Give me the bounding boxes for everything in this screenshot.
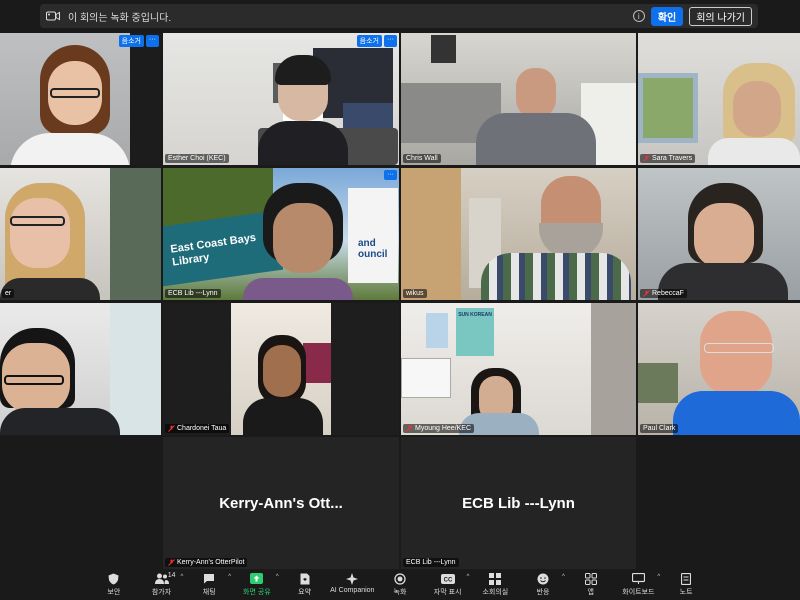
chevron-up-icon[interactable]: ^ [467,574,470,580]
chevron-up-icon[interactable]: ^ [228,574,231,580]
reactions-button[interactable]: 반응 ^ [519,572,567,597]
participant-name: Sara Travers [640,154,696,163]
video-tile-ecb-lib-lynn-2[interactable]: ECB Lib ---Lynn ECB Lib ---Lynn [401,437,636,569]
participant-name: er [2,289,15,298]
chevron-up-icon[interactable]: ^ [657,574,660,580]
more-options-icon[interactable]: ··· [384,170,397,180]
breakout-rooms-icon [488,572,502,585]
chevron-up-icon[interactable]: ^ [181,574,184,580]
mic-muted-icon [643,290,650,297]
video-tile-chardonei-taua[interactable]: Chardonei Taua [163,303,399,435]
mute-button[interactable]: 음소거 [118,35,144,47]
shield-icon [107,572,121,585]
participant-name: Kerry-Ann's OtterPilot [165,558,248,567]
info-icon[interactable]: i [632,10,645,22]
video-tile-1[interactable]: 음소거 ··· [0,33,161,165]
video-tile-sara-travers[interactable]: Sara Travers [638,33,800,165]
notes-button[interactable]: 노트 [662,572,710,597]
chevron-up-icon[interactable]: ^ [276,574,279,580]
council-sign: and ouncil [358,238,388,260]
recording-message: 이 회의는 녹화 중입니다. [68,12,172,24]
wall-poster: SUN KOREAN [456,308,494,356]
video-tile-paul-clark[interactable]: Paul Clark [638,303,800,435]
ai-companion-icon [345,572,359,585]
mic-muted-icon [643,155,650,162]
whiteboard-button[interactable]: 화이트보드 ^ [615,572,663,597]
participant-display-name: Kerry-Ann's Ott... [219,494,343,512]
captions-button[interactable]: CC 자막 표시 ^ [424,572,472,597]
participant-name: ECB Lib ---Lynn [403,558,459,567]
summary-icon [298,572,312,585]
chat-icon [202,572,216,585]
participants-icon [154,572,169,585]
video-tile-9[interactable] [0,303,161,435]
captions-icon: CC [440,572,455,585]
meeting-toolbar: 보안 14 참가자 ^ 채팅 ^ 화면 공유 ^ 요약 AI Companion… [0,572,800,600]
recording-notification-bar: 이 회의는 녹화 중입니다. i 확인 회의 나가기 [40,4,758,28]
participant-name: ECB Lib ---Lynn [165,289,221,298]
share-screen-button[interactable]: 화면 공유 ^ [233,572,281,597]
participant-name: Chris Wall [403,154,441,163]
video-tile-ecb-lib-lynn[interactable]: East Coast Bays Library and ouncil ··· ECB… [163,168,399,300]
video-tile-esther-choi[interactable]: 음소거 ··· Esther Choi (KEC) [163,33,399,165]
chevron-up-icon[interactable]: ^ [562,574,565,580]
participant-name: Paul Clark [640,424,679,433]
mic-muted-icon [168,425,175,432]
mic-muted-icon [168,559,175,566]
summary-button[interactable]: 요약 [281,572,329,597]
participant-display-name: ECB Lib ---Lynn [462,494,575,512]
video-tile-chris-wall[interactable]: Chris Wall [401,33,636,165]
record-icon [393,572,407,585]
participant-name: Esther Choi (KEC) [165,154,229,163]
ok-button[interactable]: 확인 [650,6,684,26]
share-screen-icon [250,572,264,585]
video-tile-myoung-hee[interactable]: SUN KOREAN Myoung Hee/KEC [401,303,636,435]
reactions-icon [536,572,550,585]
video-tile-er[interactable]: er [0,168,161,300]
more-options-icon[interactable]: ··· [384,35,397,47]
mic-muted-icon [406,425,413,432]
participant-name: wikus [403,289,427,298]
security-button[interactable]: 보안 [90,572,138,597]
apps-button[interactable]: 앱 [567,572,615,597]
participant-name: Chardonei Taua [165,424,230,433]
whiteboard-icon [631,572,645,585]
svg-text:CC: CC [443,577,452,583]
video-tile-wikus[interactable]: wikus [401,168,636,300]
participant-name: Myoung Hee/KEC [403,424,475,433]
breakout-rooms-button[interactable]: 소회의실 [472,572,520,597]
leave-meeting-button[interactable]: 회의 나가기 [689,6,752,26]
video-tile-rebeccaf[interactable]: RebeccaF [638,168,800,300]
record-button[interactable]: 녹화 [376,572,424,597]
mute-button[interactable]: 음소거 [356,35,382,47]
participants-button[interactable]: 14 참가자 ^ [138,572,186,597]
ai-companion-button[interactable]: AI Companion [328,572,376,594]
apps-icon [584,572,598,585]
chat-button[interactable]: 채팅 ^ [185,572,233,597]
more-options-icon[interactable]: ··· [146,35,159,47]
notes-icon [679,572,693,585]
video-camera-icon [46,11,62,22]
video-tile-kerry-ann-otterpilot[interactable]: Kerry-Ann's Ott... Kerry-Ann's OtterPilo… [163,437,399,569]
participant-name: RebeccaF [640,289,687,298]
participant-count: 14 [167,572,176,579]
